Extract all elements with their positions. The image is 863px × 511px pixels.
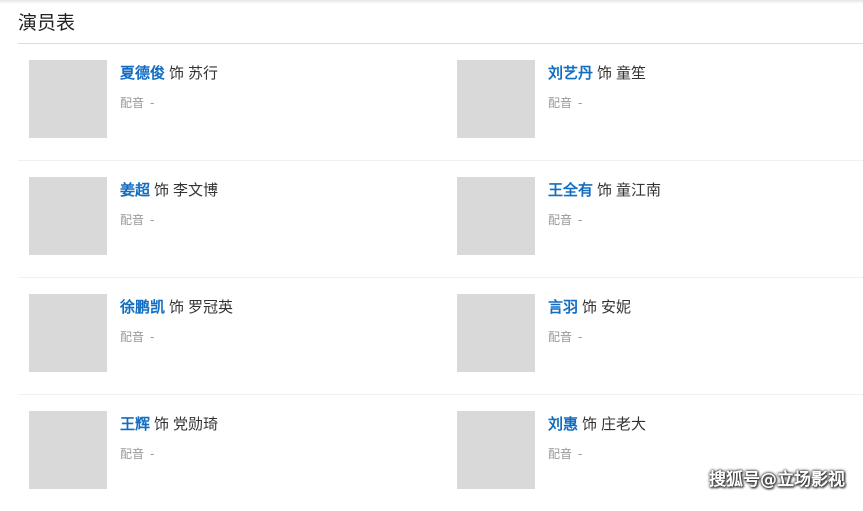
voice-value: - [578,447,583,461]
voice-label: 配音 [120,447,145,461]
actor-photo[interactable] [29,177,107,255]
role-name: 李文博 [173,181,219,199]
voice-value: - [150,330,155,344]
as-word: 饰 [582,415,598,433]
cast-grid: 夏德俊饰苏行 配音 - 刘艺丹饰童笙 配音 - 姜超 饰 李文博 配音 - 王全… [18,44,863,511]
cast-info: 刘惠饰庄老大 配音 - [548,415,646,462]
cast-info: 刘艺丹饰童笙 配音 - [548,64,646,111]
actor-name-link[interactable]: 刘惠 [548,415,578,433]
voice-line: 配音 - [548,211,661,228]
name-line: 王辉饰党勋琦 [120,415,218,433]
section-title: 演员表 [18,12,76,34]
actor-photo[interactable] [29,411,107,489]
voice-label: 配音 [120,213,145,227]
voice-label: 配音 [548,330,573,344]
voice-value: - [150,447,155,461]
name-line: 刘艺丹饰童笙 [548,64,646,82]
voice-line: 配音 - [120,211,218,228]
actor-photo[interactable] [457,60,535,138]
as-word: 饰 [597,181,613,199]
cast-card[interactable]: 王辉饰党勋琦 配音 - [29,411,449,491]
cast-info: 夏德俊饰苏行 配音 - [120,64,218,111]
role-name: 童江南 [616,181,662,199]
actor-name-link[interactable]: 王辉 [120,415,150,433]
actor-photo[interactable] [29,294,107,372]
actor-photo[interactable] [457,411,535,489]
cast-row: 夏德俊饰苏行 配音 - 刘艺丹饰童笙 配音 - [18,44,863,161]
voice-value: - [150,213,155,227]
actor-name-link[interactable]: 姜超 [120,181,150,199]
voice-value: - [150,96,155,110]
as-word: 饰 [597,64,613,82]
as-word: 饰 [582,298,598,316]
voice-value: - [578,330,583,344]
name-line: 刘惠饰庄老大 [548,415,646,433]
cast-card[interactable]: 刘艺丹饰童笙 配音 - [457,60,863,140]
cast-card[interactable]: 夏德俊饰苏行 配音 - [29,60,449,140]
voice-line: 配音 - [548,328,631,345]
cast-info: 王全有饰童江南 配音 - [548,181,661,228]
voice-line: 配音 - [120,328,233,345]
voice-label: 配音 [548,213,573,227]
voice-line: 配音 - [548,445,646,462]
as-word: 饰 [154,181,170,199]
voice-value: - [578,96,583,110]
role-name: 罗冠英 [188,298,234,316]
as-word: 饰 [169,64,185,82]
role-name: 庄老大 [601,415,647,433]
cast-info: 言羽饰安妮 配音 - [548,298,631,345]
actor-name-link[interactable]: 言羽 [548,298,578,316]
role-name: 童笙 [616,64,647,82]
actor-photo[interactable] [457,177,535,255]
name-line: 言羽饰安妮 [548,298,631,316]
role-name: 安妮 [601,298,632,316]
cast-row: 王辉饰党勋琦 配音 - 刘惠饰庄老大 配音 - [18,395,863,511]
actor-photo[interactable] [29,60,107,138]
role-name: 党勋琦 [173,415,219,433]
voice-line: 配音 - [120,445,218,462]
actor-name-link[interactable]: 王全有 [548,181,593,199]
as-word: 饰 [154,415,170,433]
name-line: 姜超饰李文博 [120,181,218,199]
watermark-text: 搜狐号@立场影视 [709,470,845,490]
cast-row: 姜超饰李文博 配音 - 王全有饰童江南 配音 - [18,161,863,278]
voice-line: 配音 - [548,94,646,111]
role-name: 苏行 [188,64,219,82]
top-shadow [0,0,863,4]
voice-label: 配音 [548,447,573,461]
actor-name-link[interactable]: 徐鹏凯 [120,298,165,316]
voice-label: 配音 [548,96,573,110]
cast-info: 姜超饰李文博 配音 - [120,181,218,228]
cast-row: 徐鹏凯饰罗冠英 配音 - 言羽饰安妮 配音 - [18,278,863,395]
name-line: 王全有饰童江南 [548,181,661,199]
name-line: 夏德俊饰苏行 [120,64,218,82]
actor-photo[interactable] [457,294,535,372]
name-line: 徐鹏凯饰罗冠英 [120,298,233,316]
voice-label: 配音 [120,330,145,344]
cast-card[interactable]: 言羽饰安妮 配音 - [457,294,863,374]
cast-card[interactable]: 徐鹏凯饰罗冠英 配音 - [29,294,449,374]
voice-label: 配音 [120,96,145,110]
cast-info: 徐鹏凯饰罗冠英 配音 - [120,298,233,345]
cast-card[interactable]: 王全有饰童江南 配音 - [457,177,863,257]
cast-card[interactable]: 姜超饰李文博 配音 - [29,177,449,257]
actor-name-link[interactable]: 刘艺丹 [548,64,593,82]
voice-line: 配音 - [120,94,218,111]
actor-name-link[interactable]: 夏德俊 [120,64,165,82]
cast-info: 王辉饰党勋琦 配音 - [120,415,218,462]
as-word: 饰 [169,298,185,316]
voice-value: - [578,213,583,227]
